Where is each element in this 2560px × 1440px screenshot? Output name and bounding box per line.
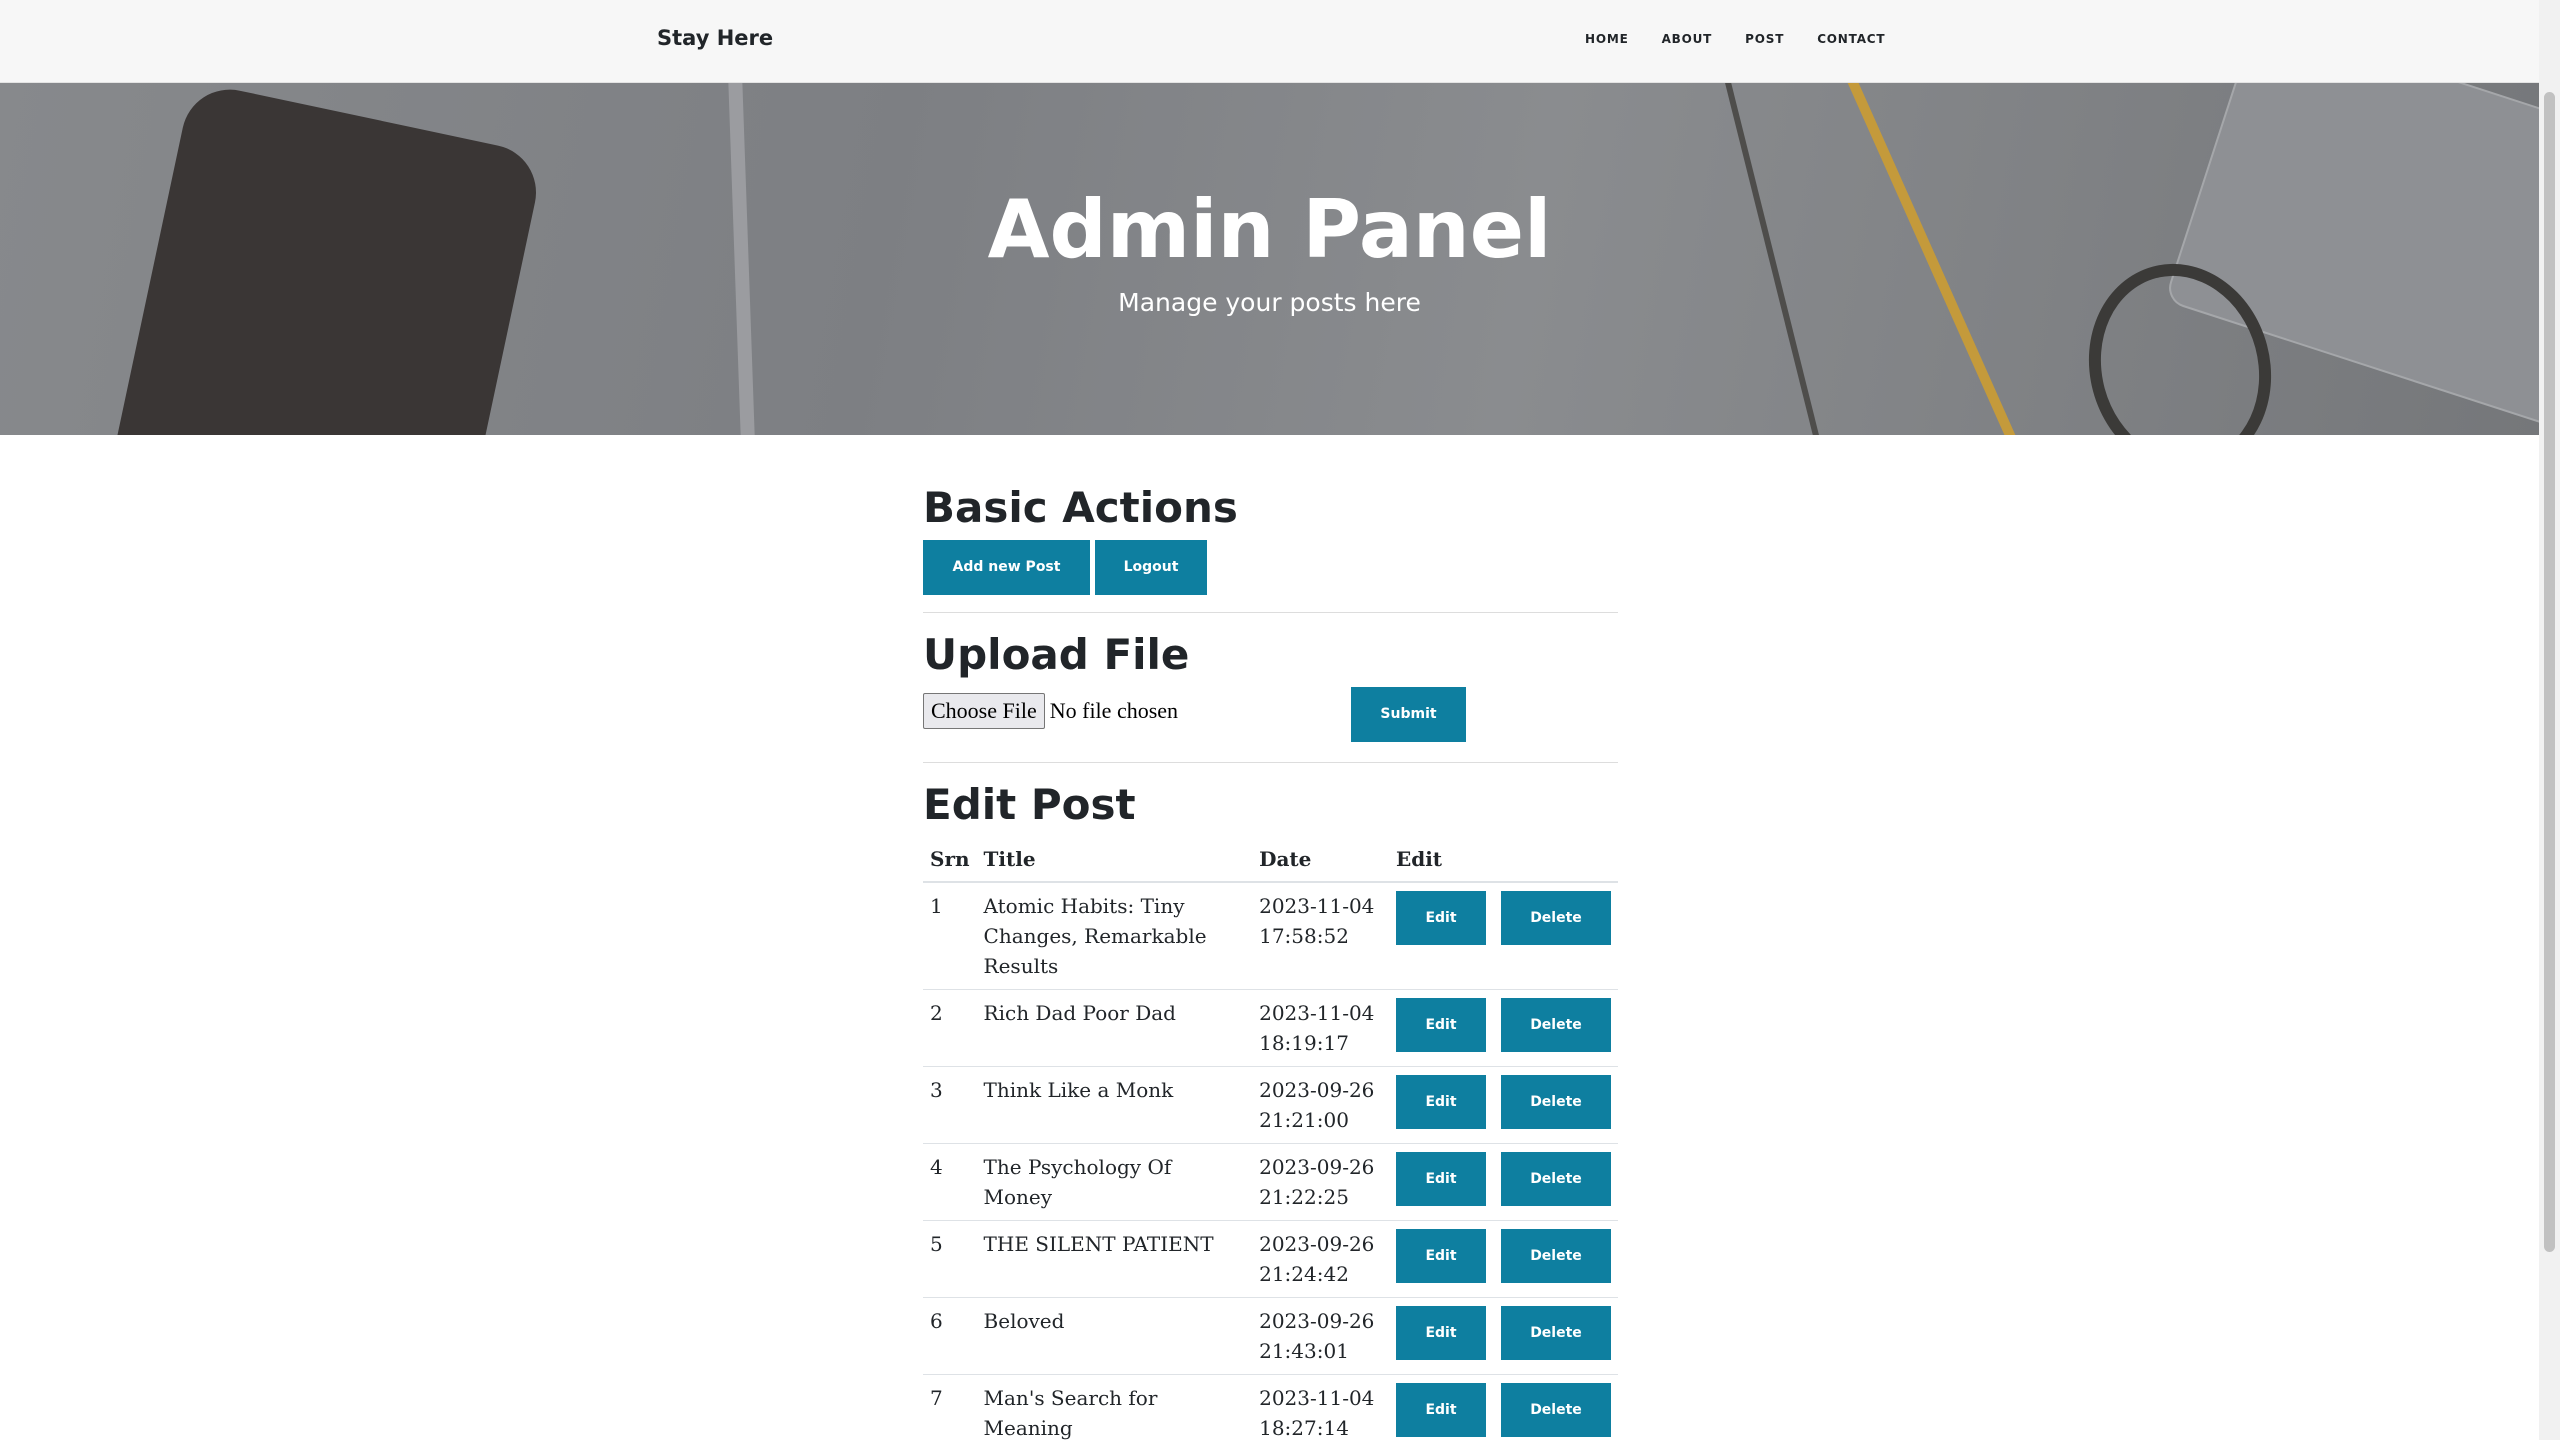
- scrollbar-thumb[interactable]: [2544, 92, 2555, 1252]
- table-row: 6 Beloved 2023-09-26 21:43:01 Edit Delete: [923, 1297, 1618, 1375]
- nav-links: HOME ABOUT POST CONTACT: [1585, 32, 1885, 46]
- delete-post-button[interactable]: Delete: [1501, 1075, 1611, 1129]
- cell-edit: Edit: [1388, 881, 1494, 990]
- cell-date: 2023-11-04 17:58:52: [1252, 881, 1389, 990]
- cell-srn: 1: [923, 881, 977, 990]
- basic-actions-section: Basic Actions Add new Post Logout: [923, 480, 1618, 595]
- upload-file-section: Upload File Choose File No file chosen Su…: [923, 627, 1618, 747]
- cell-edit: Edit: [1388, 1066, 1494, 1144]
- submit-button[interactable]: Submit: [1351, 687, 1466, 742]
- delete-post-button[interactable]: Delete: [1501, 998, 1611, 1052]
- cell-delete: Delete: [1494, 1066, 1618, 1144]
- cell-title: Man's Search for Meaning: [976, 1374, 1253, 1440]
- column-header-srn: Srn: [923, 839, 977, 883]
- cell-delete: Delete: [1494, 1297, 1618, 1375]
- cell-date: 2023-11-04 18:27:14: [1252, 1374, 1389, 1440]
- edit-post-button[interactable]: Edit: [1395, 1306, 1486, 1360]
- edit-post-button[interactable]: Edit: [1395, 1229, 1486, 1283]
- edit-post-heading: Edit Post: [923, 780, 1136, 829]
- page-title: Admin Panel: [987, 183, 1552, 276]
- cell-edit: Edit: [1388, 989, 1494, 1067]
- delete-post-button[interactable]: Delete: [1501, 891, 1611, 945]
- column-header-edit: Edit: [1388, 839, 1494, 883]
- navbar: Stay Here HOME ABOUT POST CONTACT: [0, 0, 2539, 83]
- column-header-title: Title: [976, 839, 1253, 883]
- cell-edit: Edit: [1388, 1297, 1494, 1375]
- cell-title: Think Like a Monk: [976, 1066, 1253, 1144]
- cell-srn: 6: [923, 1297, 977, 1375]
- cell-date: 2023-09-26 21:22:25: [1252, 1143, 1389, 1221]
- cell-title: Beloved: [976, 1297, 1253, 1375]
- column-header-date: Date: [1252, 839, 1389, 883]
- cell-title: THE SILENT PATIENT: [976, 1220, 1253, 1298]
- cell-delete: Delete: [1494, 881, 1618, 990]
- nav-link-about[interactable]: ABOUT: [1662, 32, 1713, 46]
- cell-edit: Edit: [1388, 1374, 1494, 1440]
- hero-banner: Admin Panel Manage your posts here: [0, 83, 2539, 435]
- cell-delete: Delete: [1494, 1220, 1618, 1298]
- cell-delete: Delete: [1494, 1143, 1618, 1221]
- edit-post-button[interactable]: Edit: [1395, 891, 1486, 945]
- cell-title: Atomic Habits: Tiny Changes, Remarkable …: [976, 881, 1253, 990]
- divider: [923, 762, 1618, 763]
- cell-edit: Edit: [1388, 1143, 1494, 1221]
- edit-post-button[interactable]: Edit: [1395, 998, 1486, 1052]
- cell-date: 2023-09-26 21:43:01: [1252, 1297, 1389, 1375]
- posts-table-body: 1 Atomic Habits: Tiny Changes, Remarkable…: [923, 881, 1618, 1440]
- add-new-post-button[interactable]: Add new Post: [923, 540, 1090, 595]
- cell-srn: 2: [923, 989, 977, 1067]
- cell-edit: Edit: [1388, 1220, 1494, 1298]
- table-row: 2 Rich Dad Poor Dad 2023-11-04 18:19:17 Edi…: [923, 989, 1618, 1067]
- basic-actions-heading: Basic Actions: [923, 483, 1238, 532]
- cell-srn: 5: [923, 1220, 977, 1298]
- cell-srn: 7: [923, 1374, 977, 1440]
- page-subtitle: Manage your posts here: [1118, 288, 1421, 317]
- cell-srn: 3: [923, 1066, 977, 1144]
- main-content: Basic Actions Add new Post Logout Upload…: [923, 480, 1618, 1440]
- table-row: 7 Man's Search for Meaning 2023-11-04 18:2…: [923, 1374, 1618, 1440]
- column-header-delete: [1494, 839, 1618, 883]
- delete-post-button[interactable]: Delete: [1501, 1152, 1611, 1206]
- table-row: 1 Atomic Habits: Tiny Changes, Remarkable…: [923, 881, 1618, 990]
- edit-post-button[interactable]: Edit: [1395, 1383, 1486, 1437]
- choose-file-button[interactable]: Choose File: [923, 693, 1045, 729]
- delete-post-button[interactable]: Delete: [1501, 1229, 1611, 1283]
- page-scrollbar[interactable]: [2539, 0, 2560, 1440]
- cell-date: 2023-11-04 18:19:17: [1252, 989, 1389, 1067]
- upload-file-heading: Upload File: [923, 630, 1190, 679]
- cell-delete: Delete: [1494, 989, 1618, 1067]
- nav-link-home[interactable]: HOME: [1585, 32, 1629, 46]
- table-row: 4 The Psychology Of Money 2023-09-26 21:22…: [923, 1143, 1618, 1221]
- edit-post-button[interactable]: Edit: [1395, 1152, 1486, 1206]
- cell-delete: Delete: [1494, 1374, 1618, 1440]
- nav-link-contact[interactable]: CONTACT: [1817, 32, 1885, 46]
- logout-button[interactable]: Logout: [1095, 540, 1207, 595]
- table-row: 3 Think Like a Monk 2023-09-26 21:21:00 Edi…: [923, 1066, 1618, 1144]
- file-status-text: No file chosen: [1049, 698, 1179, 723]
- nav-link-post[interactable]: POST: [1745, 32, 1784, 46]
- cell-srn: 4: [923, 1143, 977, 1221]
- table-row: 5 THE SILENT PATIENT 2023-09-26 21:24:42 Ed…: [923, 1220, 1618, 1298]
- cell-title: Rich Dad Poor Dad: [976, 989, 1253, 1067]
- brand-logo[interactable]: Stay Here: [657, 26, 773, 50]
- posts-table: Srn Title Date Edit 1 Atomic Habits: Tiny…: [923, 839, 1618, 1440]
- delete-post-button[interactable]: Delete: [1501, 1306, 1611, 1360]
- cell-date: 2023-09-26 21:21:00: [1252, 1066, 1389, 1144]
- cell-title: The Psychology Of Money: [976, 1143, 1253, 1221]
- divider: [923, 612, 1618, 613]
- delete-post-button[interactable]: Delete: [1501, 1383, 1611, 1437]
- file-input[interactable]: Choose File No file chosen: [923, 693, 1178, 729]
- table-header-row: Srn Title Date Edit: [923, 839, 1618, 883]
- edit-post-button[interactable]: Edit: [1395, 1075, 1486, 1129]
- edit-post-section: Edit Post Srn Title Date Edit 1 Atomic Ha…: [923, 777, 1618, 1440]
- cell-date: 2023-09-26 21:24:42: [1252, 1220, 1389, 1298]
